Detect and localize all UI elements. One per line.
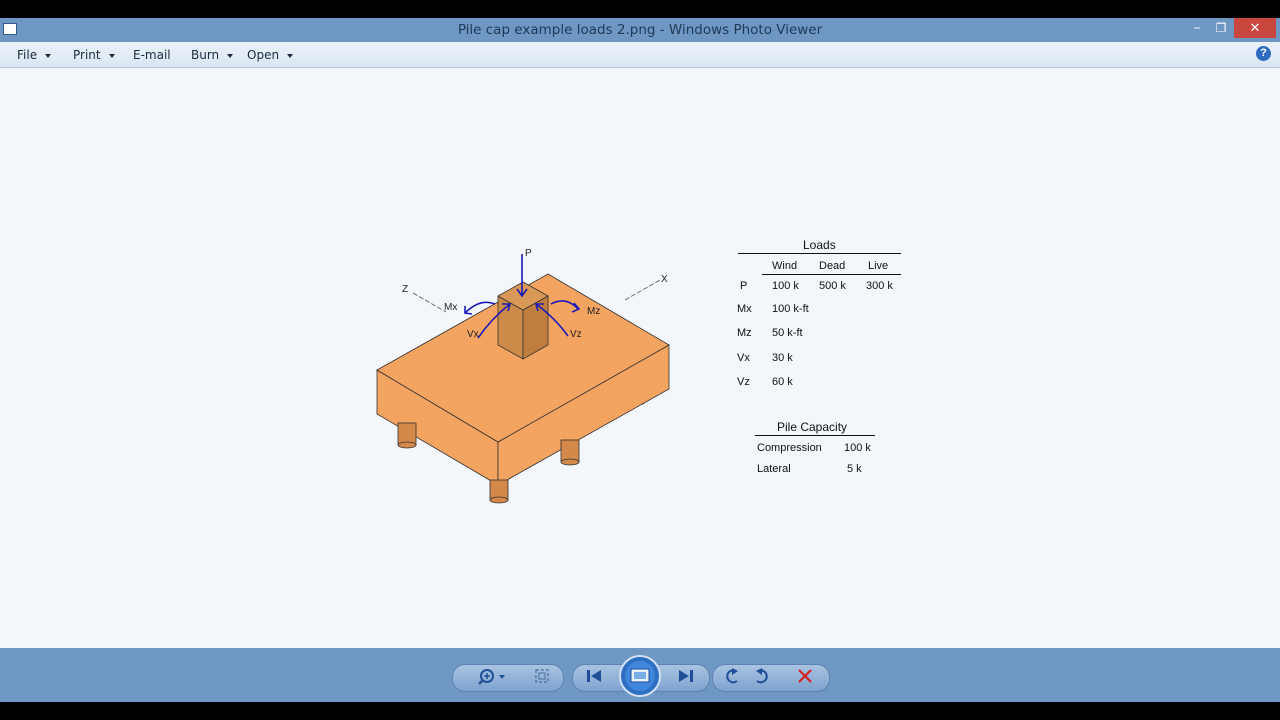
loads-row-label-mx: Mx	[737, 303, 752, 315]
loads-col-dead: Dead	[819, 260, 846, 272]
load-label-vx: Vx	[467, 329, 479, 340]
loads-title: Loads	[803, 238, 836, 252]
loads-mx-wind: 100 k-ft	[772, 303, 809, 315]
loads-row-label-vx: Vx	[737, 352, 750, 364]
rotate-clockwise-icon[interactable]	[756, 668, 768, 684]
pile-capacity-value-compression: 100 k	[844, 442, 871, 454]
loads-vx-wind: 30 k	[772, 352, 793, 364]
pile-front-left	[397, 422, 417, 449]
loads-p-live: 300 k	[866, 280, 893, 292]
bottom-toolbar	[0, 648, 1280, 702]
delete-icon[interactable]	[798, 669, 812, 683]
loads-row-label-mz: Mz	[737, 327, 752, 339]
menu-print-label: Print	[73, 48, 101, 62]
previous-icon[interactable]	[587, 670, 601, 682]
loads-p-dead: 500 k	[819, 280, 846, 292]
maximize-button[interactable]: ❐	[1207, 18, 1235, 38]
pile-capacity-label-lateral: Lateral	[757, 463, 791, 475]
pile-cap-figure: Z X P Mx Mz Vx Vz	[376, 248, 670, 504]
title-bar[interactable]: Pile cap example loads 2.png - Windows P…	[0, 18, 1280, 42]
loads-mz-wind: 50 k-ft	[772, 327, 803, 339]
chevron-down-icon	[227, 53, 234, 58]
zoom-icon[interactable]	[478, 669, 505, 685]
help-icon[interactable]: ?	[1256, 46, 1271, 61]
chevron-down-icon	[108, 53, 115, 58]
pile-capacity-value-lateral: 5 k	[847, 463, 862, 475]
loads-col-wind: Wind	[772, 260, 798, 272]
chevron-down-icon	[287, 53, 294, 58]
pile-front-corner	[489, 479, 509, 504]
pile-capacity-title: Pile Capacity	[777, 420, 848, 434]
chevron-down-icon	[45, 53, 52, 58]
slideshow-button[interactable]	[619, 655, 661, 697]
menu-email[interactable]: E-mail	[133, 48, 171, 62]
load-label-vz: Vz	[570, 329, 582, 340]
z-axis-line	[412, 292, 447, 313]
z-axis-label: Z	[402, 284, 408, 295]
load-label-p: P	[525, 248, 532, 259]
menu-print[interactable]: Print	[73, 48, 115, 62]
pile-capacity-label-compression: Compression	[757, 442, 822, 454]
loads-vz-wind: 60 k	[772, 376, 793, 388]
menu-file[interactable]: File	[17, 48, 52, 62]
loads-header-underline	[762, 274, 901, 275]
close-button[interactable]: ✕	[1234, 18, 1276, 38]
next-icon[interactable]	[679, 670, 693, 682]
pile-front-middle	[560, 439, 580, 466]
menu-burn[interactable]: Burn	[191, 48, 234, 62]
loads-row-label-vz: Vz	[737, 376, 750, 388]
rotate-counterclockwise-icon[interactable]	[726, 668, 738, 684]
menu-email-label: E-mail	[133, 48, 171, 62]
loads-p-wind: 100 k	[772, 280, 799, 292]
load-label-mx: Mx	[444, 302, 457, 313]
image-canvas: Z X P Mx Mz Vx Vz Loads Wind Dead Live P…	[0, 68, 1280, 648]
menu-open[interactable]: Open	[247, 48, 294, 62]
actual-size-icon[interactable]	[535, 669, 549, 683]
menu-burn-label: Burn	[191, 48, 220, 62]
pile-capacity-underline	[755, 435, 875, 436]
x-axis-line	[624, 279, 661, 301]
menu-open-label: Open	[247, 48, 280, 62]
loads-col-live: Live	[868, 260, 889, 272]
x-axis-label: X	[661, 274, 668, 285]
toolbar-icons	[478, 655, 812, 697]
loads-title-underline	[738, 253, 901, 254]
photo-viewer-window: Pile cap example loads 2.png - Windows P…	[0, 18, 1280, 702]
loads-row-label-p: P	[740, 280, 748, 292]
menu-file-label: File	[17, 48, 38, 62]
window-title: Pile cap example loads 2.png - Windows P…	[457, 22, 823, 38]
load-label-mz: Mz	[587, 306, 600, 317]
menu-bar: File Print E-mail Burn Open ?	[0, 42, 1280, 68]
